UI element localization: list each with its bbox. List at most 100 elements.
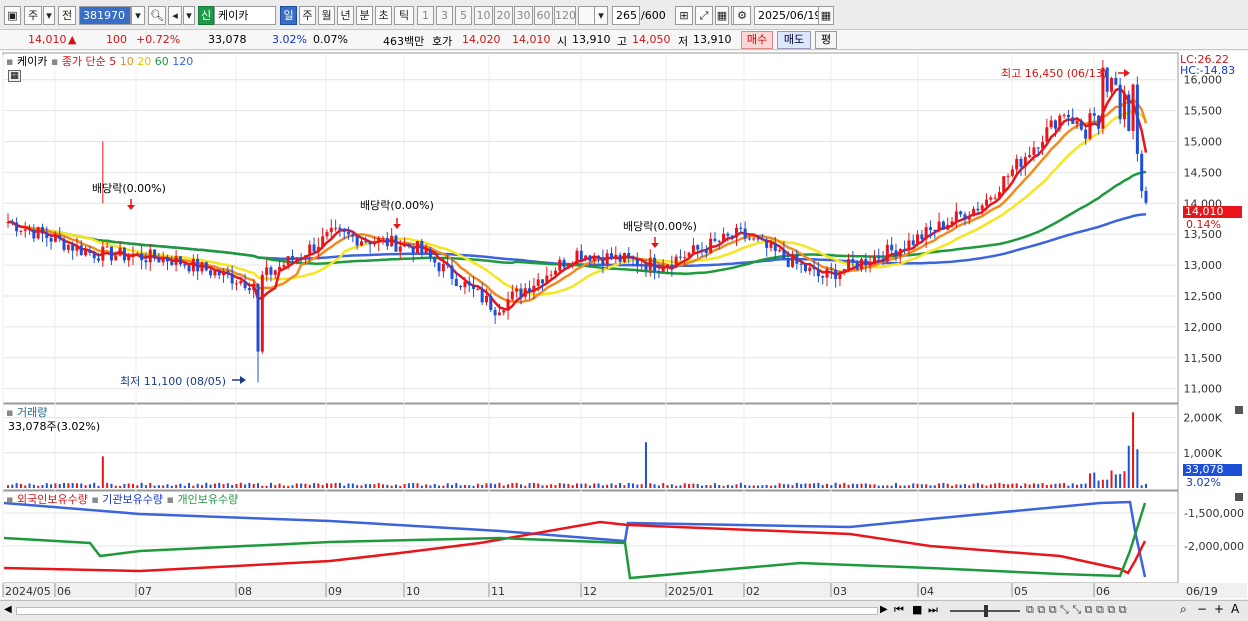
- candle-body: [291, 256, 294, 260]
- chart-tool-2-icon[interactable]: ▦: [715, 6, 729, 25]
- volume-bar: [959, 484, 962, 488]
- price-tick-label: 15,500: [1184, 105, 1223, 118]
- volume-bar: [110, 483, 113, 488]
- volume-bar: [838, 484, 841, 488]
- custom-interval-dropdown-icon[interactable]: ▾: [594, 6, 608, 25]
- volume-bar: [860, 483, 863, 488]
- scroll-left-icon[interactable]: ◀: [4, 604, 12, 615]
- volume-bar: [683, 483, 686, 488]
- volume-bar: [688, 483, 691, 488]
- interval-10[interactable]: 10: [474, 6, 493, 25]
- tab-week[interactable]: 주: [24, 6, 42, 25]
- candle-body: [140, 253, 144, 261]
- candle-body: [45, 233, 49, 238]
- volume-bar: [640, 484, 643, 488]
- gear-icon[interactable]: ⚙: [733, 6, 751, 25]
- volume-bar: [623, 485, 626, 488]
- zoom-icon[interactable]: ⌕: [1180, 602, 1187, 617]
- volume-bar: [1071, 483, 1074, 488]
- period-day[interactable]: 일: [280, 6, 297, 25]
- zoom-out-icon[interactable]: −: [1197, 602, 1207, 616]
- candle-body: [920, 234, 924, 240]
- interval-60[interactable]: 60: [534, 6, 553, 25]
- scroll-right-icon[interactable]: ▶: [880, 604, 888, 615]
- volume-bar: [450, 485, 453, 488]
- candle-body: [683, 256, 687, 258]
- stop-icon[interactable]: ■: [912, 603, 922, 616]
- candle-body: [127, 257, 131, 261]
- volume-bar: [494, 484, 497, 488]
- candle-body: [631, 257, 635, 259]
- period-second[interactable]: 초: [375, 6, 392, 25]
- speaker-icon[interactable]: ◂: [168, 6, 182, 25]
- volume-bar: [300, 483, 303, 488]
- chart-tool-icon[interactable]: ⤢: [695, 6, 713, 25]
- stock-name-field[interactable]: 케이카: [214, 6, 276, 25]
- candle-body: [1058, 115, 1062, 129]
- zoom-in-icon[interactable]: +: [1214, 602, 1224, 616]
- forward-icon[interactable]: ⏭: [928, 603, 938, 617]
- tab-all[interactable]: 전: [58, 6, 76, 25]
- calendar-icon[interactable]: ▦: [818, 6, 834, 25]
- chart-tools-icon[interactable]: ⧉ ⧉ ⧉ ⤡ ⤡ ⧉ ⧉ ⧉ ⧉: [1026, 603, 1127, 617]
- volume-bar: [813, 483, 816, 488]
- scrollbar-track[interactable]: [16, 607, 878, 615]
- volume-close-icon[interactable]: [1235, 406, 1243, 414]
- candle-body: [890, 244, 894, 251]
- candle-body: [618, 254, 622, 262]
- calculator-icon[interactable]: ▦: [8, 70, 21, 82]
- period-tick[interactable]: 틱: [394, 6, 414, 25]
- dropdown-arrow-icon[interactable]: ▾: [43, 6, 55, 25]
- candle-body: [1036, 147, 1040, 149]
- candle-body: [88, 250, 92, 253]
- volume-bar: [580, 483, 583, 488]
- count-input[interactable]: 265: [612, 6, 640, 25]
- settings-grid-icon[interactable]: ⊞: [675, 6, 693, 25]
- volume-bar: [1097, 480, 1100, 488]
- search-icon[interactable]: 🔍︎: [148, 6, 166, 25]
- font-size-icon[interactable]: A: [1231, 602, 1239, 616]
- candle-body: [1075, 120, 1079, 124]
- interval-20[interactable]: 20: [494, 6, 513, 25]
- code-dropdown-icon[interactable]: ▾: [131, 6, 145, 25]
- price-tick-label: 12,500: [1184, 290, 1223, 303]
- buy-button[interactable]: 매수: [741, 31, 773, 49]
- candle-body: [924, 227, 928, 240]
- candle-body: [122, 247, 126, 261]
- interval-5[interactable]: 5: [455, 6, 472, 25]
- candle-body: [252, 283, 256, 291]
- candle-body: [584, 255, 588, 261]
- sell-button[interactable]: 매도: [777, 31, 811, 49]
- code-input[interactable]: 381970: [79, 6, 131, 25]
- interval-30[interactable]: 30: [514, 6, 533, 25]
- volume-bar: [662, 483, 665, 488]
- speaker-dropdown-icon[interactable]: ▾: [183, 6, 195, 25]
- candle-body: [398, 246, 402, 252]
- volume-bar: [248, 482, 251, 488]
- volume-bar: [149, 483, 152, 488]
- volume-bar: [308, 484, 311, 488]
- period-year[interactable]: 년: [337, 6, 354, 25]
- volume-bar: [761, 485, 764, 488]
- zoom-slider-handle[interactable]: [984, 605, 988, 617]
- volume-bar: [1041, 483, 1044, 488]
- volume-bar: [1015, 483, 1018, 488]
- candle-body: [954, 211, 958, 222]
- holding-close-icon[interactable]: [1235, 493, 1243, 501]
- candle-body: [1127, 94, 1131, 131]
- period-month[interactable]: 월: [318, 6, 335, 25]
- interval-3[interactable]: 3: [436, 6, 453, 25]
- candle-body: [200, 262, 204, 272]
- period-week[interactable]: 주: [299, 6, 316, 25]
- even-button[interactable]: 평: [815, 31, 837, 49]
- layout-icon[interactable]: ▣: [4, 6, 21, 25]
- volume-bar: [37, 485, 40, 488]
- volume-bar: [1007, 484, 1010, 488]
- period-minute[interactable]: 분: [356, 6, 373, 25]
- volume-bar: [726, 484, 729, 488]
- stock-chart[interactable]: 16,00015,50015,00014,50014,00013,50013,0…: [0, 51, 1248, 599]
- candle-body: [372, 242, 376, 245]
- interval-1[interactable]: 1: [417, 6, 434, 25]
- interval-120[interactable]: 120: [554, 6, 576, 25]
- rewind-icon[interactable]: ⏮: [894, 603, 904, 617]
